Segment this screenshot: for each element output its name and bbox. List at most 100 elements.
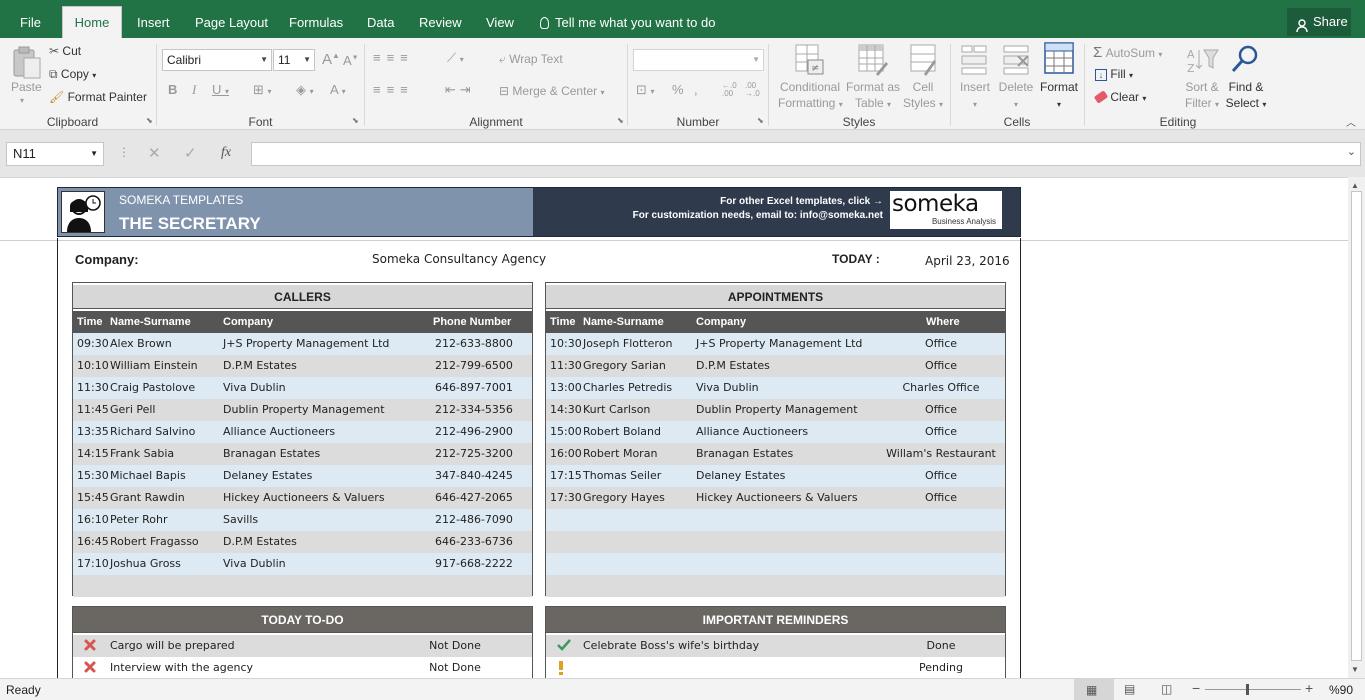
reminders-row[interactable]: Celebrate Boss's wife's birthday Done (546, 635, 1005, 657)
format-cells-button[interactable]: Format ▾ (1039, 79, 1079, 113)
appointment-row[interactable] (546, 531, 1005, 553)
caller-row[interactable]: 13:35 Richard Salvino Alliance Auctioneers… (73, 421, 532, 443)
tab-home[interactable]: Home (62, 6, 122, 38)
todo-row[interactable]: Interview with the agency Not Done (73, 657, 532, 678)
zoom-slider-thumb[interactable] (1246, 684, 1249, 695)
page-layout-view-icon[interactable]: ▤ (1124, 682, 1135, 696)
paste-dropdown-icon[interactable]: ▾ (20, 96, 24, 105)
conditional-formatting-button[interactable]: Conditional Formatting ▾ (778, 79, 843, 113)
horizontal-align-icons[interactable]: ≡≡≡ (373, 82, 414, 97)
tab-view[interactable]: View (476, 8, 524, 38)
caller-row[interactable]: 17:10 Joshua Gross Viva Dublin 917-668-2222 (73, 553, 532, 575)
bold-icon[interactable]: B (168, 82, 177, 97)
page-break-view-icon[interactable]: ◫ (1161, 682, 1172, 696)
italic-icon[interactable]: I (192, 82, 196, 98)
paste-icon[interactable] (10, 46, 42, 80)
decrease-font-icon[interactable]: A▼ (343, 53, 359, 68)
dialog-launcher-icon[interactable]: ⬊ (757, 116, 764, 125)
format-painter-button[interactable]: 🖌 Format Painter (49, 90, 147, 104)
normal-view-button[interactable]: ▦ (1074, 679, 1114, 700)
format-as-table-button[interactable]: Format as Table ▾ (845, 79, 901, 113)
collapse-ribbon-icon[interactable]: ︿ (1346, 114, 1356, 129)
fill-button[interactable]: ↓ Fill ▾ (1095, 67, 1133, 81)
copy-button[interactable]: ⧉ Copy ▾ (49, 67, 96, 82)
find-select-button[interactable]: Find & Select ▾ (1224, 79, 1268, 113)
delete-cells-button[interactable]: Delete ▾ (998, 79, 1034, 113)
tell-me-search[interactable]: Tell me what you want to do (530, 8, 725, 38)
comma-icon[interactable]: , (694, 82, 698, 97)
increase-font-icon[interactable]: A▲ (322, 51, 340, 68)
merge-center-button[interactable]: ⊟ Merge & Center ▾ (499, 84, 604, 98)
templates-link[interactable]: For other Excel templates, click → (598, 196, 883, 207)
appointment-row[interactable] (546, 509, 1005, 531)
appointment-row[interactable] (546, 553, 1005, 575)
name-box[interactable]: N11 ▼ (6, 142, 104, 166)
appointment-row[interactable]: 17:30 Gregory Hayes Hickey Auctioneers & V… (546, 487, 1005, 509)
orientation-icon[interactable]: ⟋ ▾ (447, 50, 464, 66)
number-format-select[interactable]: ▼ (633, 49, 764, 71)
tab-insert[interactable]: Insert (127, 8, 180, 38)
appointment-row[interactable]: 16:00 Robert Moran Branagan Estates Willam'… (546, 443, 1005, 465)
appointment-row[interactable]: 13:00 Charles Petredis Viva Dublin Charles … (546, 377, 1005, 399)
todo-row[interactable]: Cargo will be prepared Not Done (73, 635, 532, 657)
enter-icon[interactable]: ✓ (184, 144, 197, 162)
cancel-icon[interactable]: ✕ (148, 144, 161, 162)
scroll-down-icon[interactable]: ▼ (1351, 665, 1359, 674)
share-button[interactable]: Share (1287, 8, 1351, 36)
appointment-row[interactable] (546, 575, 1005, 597)
email-link[interactable]: For customization needs, email to: info@… (598, 210, 883, 221)
formula-input[interactable]: ⌄ (251, 142, 1361, 166)
dialog-launcher-icon[interactable]: ⬊ (617, 116, 624, 125)
zoom-level[interactable]: %90 (1329, 683, 1353, 697)
autosum-button[interactable]: Σ AutoSum ▾ (1093, 44, 1162, 61)
appointment-row[interactable]: 11:30 Gregory Sarian D.P.M Estates Office (546, 355, 1005, 377)
vertical-align-icons[interactable]: ≡≡≡ (373, 50, 414, 65)
cell-styles-button[interactable]: Cell Styles ▾ (902, 79, 944, 113)
decrease-decimal-icon[interactable]: .00 →.0 (745, 82, 760, 98)
font-name-select[interactable]: Calibri ▼ (162, 49, 272, 71)
scroll-up-icon[interactable]: ▲ (1351, 181, 1359, 190)
caller-row[interactable] (73, 575, 532, 597)
vertical-scrollbar[interactable]: ▲ ▼ (1348, 177, 1365, 678)
caller-row[interactable]: 15:45 Grant Rawdin Hickey Auctioneers & Va… (73, 487, 532, 509)
scroll-thumb[interactable] (1351, 191, 1362, 661)
font-size-select[interactable]: 11 ▼ (273, 49, 315, 71)
dialog-launcher-icon[interactable]: ⬊ (352, 116, 359, 125)
dialog-launcher-icon[interactable]: ⬊ (146, 116, 153, 125)
caller-row[interactable]: 16:45 Robert Fragasso D.P.M Estates 646-233… (73, 531, 532, 553)
insert-cells-button[interactable]: Insert ▾ (958, 79, 992, 113)
increase-decimal-icon[interactable]: ←.0.00 (722, 82, 737, 98)
expand-formula-icon[interactable]: ⌄ (1347, 145, 1356, 158)
tab-page-layout[interactable]: Page Layout (185, 8, 278, 38)
currency-icon[interactable]: ⊡ ▾ (636, 82, 655, 98)
clear-button[interactable]: Clear ▾ (1093, 90, 1146, 104)
borders-icon[interactable]: ⊞ ▾ (253, 82, 272, 98)
fill-color-icon[interactable]: ◈ ▾ (296, 82, 314, 98)
tab-file[interactable]: File (10, 8, 51, 38)
appointment-row[interactable]: 17:15 Thomas Seiler Delaney Estates Office (546, 465, 1005, 487)
caller-row[interactable]: 09:30 Alex Brown J+S Property Management L… (73, 333, 532, 355)
caller-row[interactable]: 16:10 Peter Rohr Savills 212-486-7090 (73, 509, 532, 531)
tab-formulas[interactable]: Formulas (279, 8, 353, 38)
cut-button[interactable]: ✂ Cut (49, 44, 81, 58)
zoom-slider[interactable] (1205, 689, 1301, 690)
font-color-icon[interactable]: A ▾ (330, 82, 346, 97)
tab-review[interactable]: Review (409, 8, 472, 38)
caller-row[interactable]: 11:30 Craig Pastolove Viva Dublin 646-897-7… (73, 377, 532, 399)
caller-row[interactable]: 10:10 William Einstein D.P.M Estates 212-79… (73, 355, 532, 377)
insert-function-icon[interactable]: fx (221, 145, 231, 161)
paste-button[interactable]: Paste (11, 80, 42, 94)
sort-filter-button[interactable]: Sort & Filter ▾ (1183, 79, 1221, 113)
someka-logo[interactable]: someka Business Analysis (890, 191, 1002, 229)
reminders-row[interactable]: Pending (546, 657, 1005, 678)
zoom-out-icon[interactable]: − (1192, 680, 1200, 696)
indent-icons[interactable]: ⇤⇥ (445, 82, 475, 98)
caller-row[interactable]: 14:15 Frank Sabia Branagan Estates 212-725-… (73, 443, 532, 465)
worksheet[interactable]: SOMEKA TEMPLATES THE SECRETARY For other… (0, 177, 1348, 678)
wrap-text-button[interactable]: ⤶ Wrap Text (499, 52, 563, 67)
caller-row[interactable]: 11:45 Geri Pell Dublin Property Management… (73, 399, 532, 421)
appointment-row[interactable]: 15:00 Robert Boland Alliance Auctioneers Of… (546, 421, 1005, 443)
zoom-in-icon[interactable]: + (1305, 680, 1313, 696)
appointment-row[interactable]: 14:30 Kurt Carlson Dublin Property Managem… (546, 399, 1005, 421)
underline-icon[interactable]: U ▾ (212, 82, 229, 97)
